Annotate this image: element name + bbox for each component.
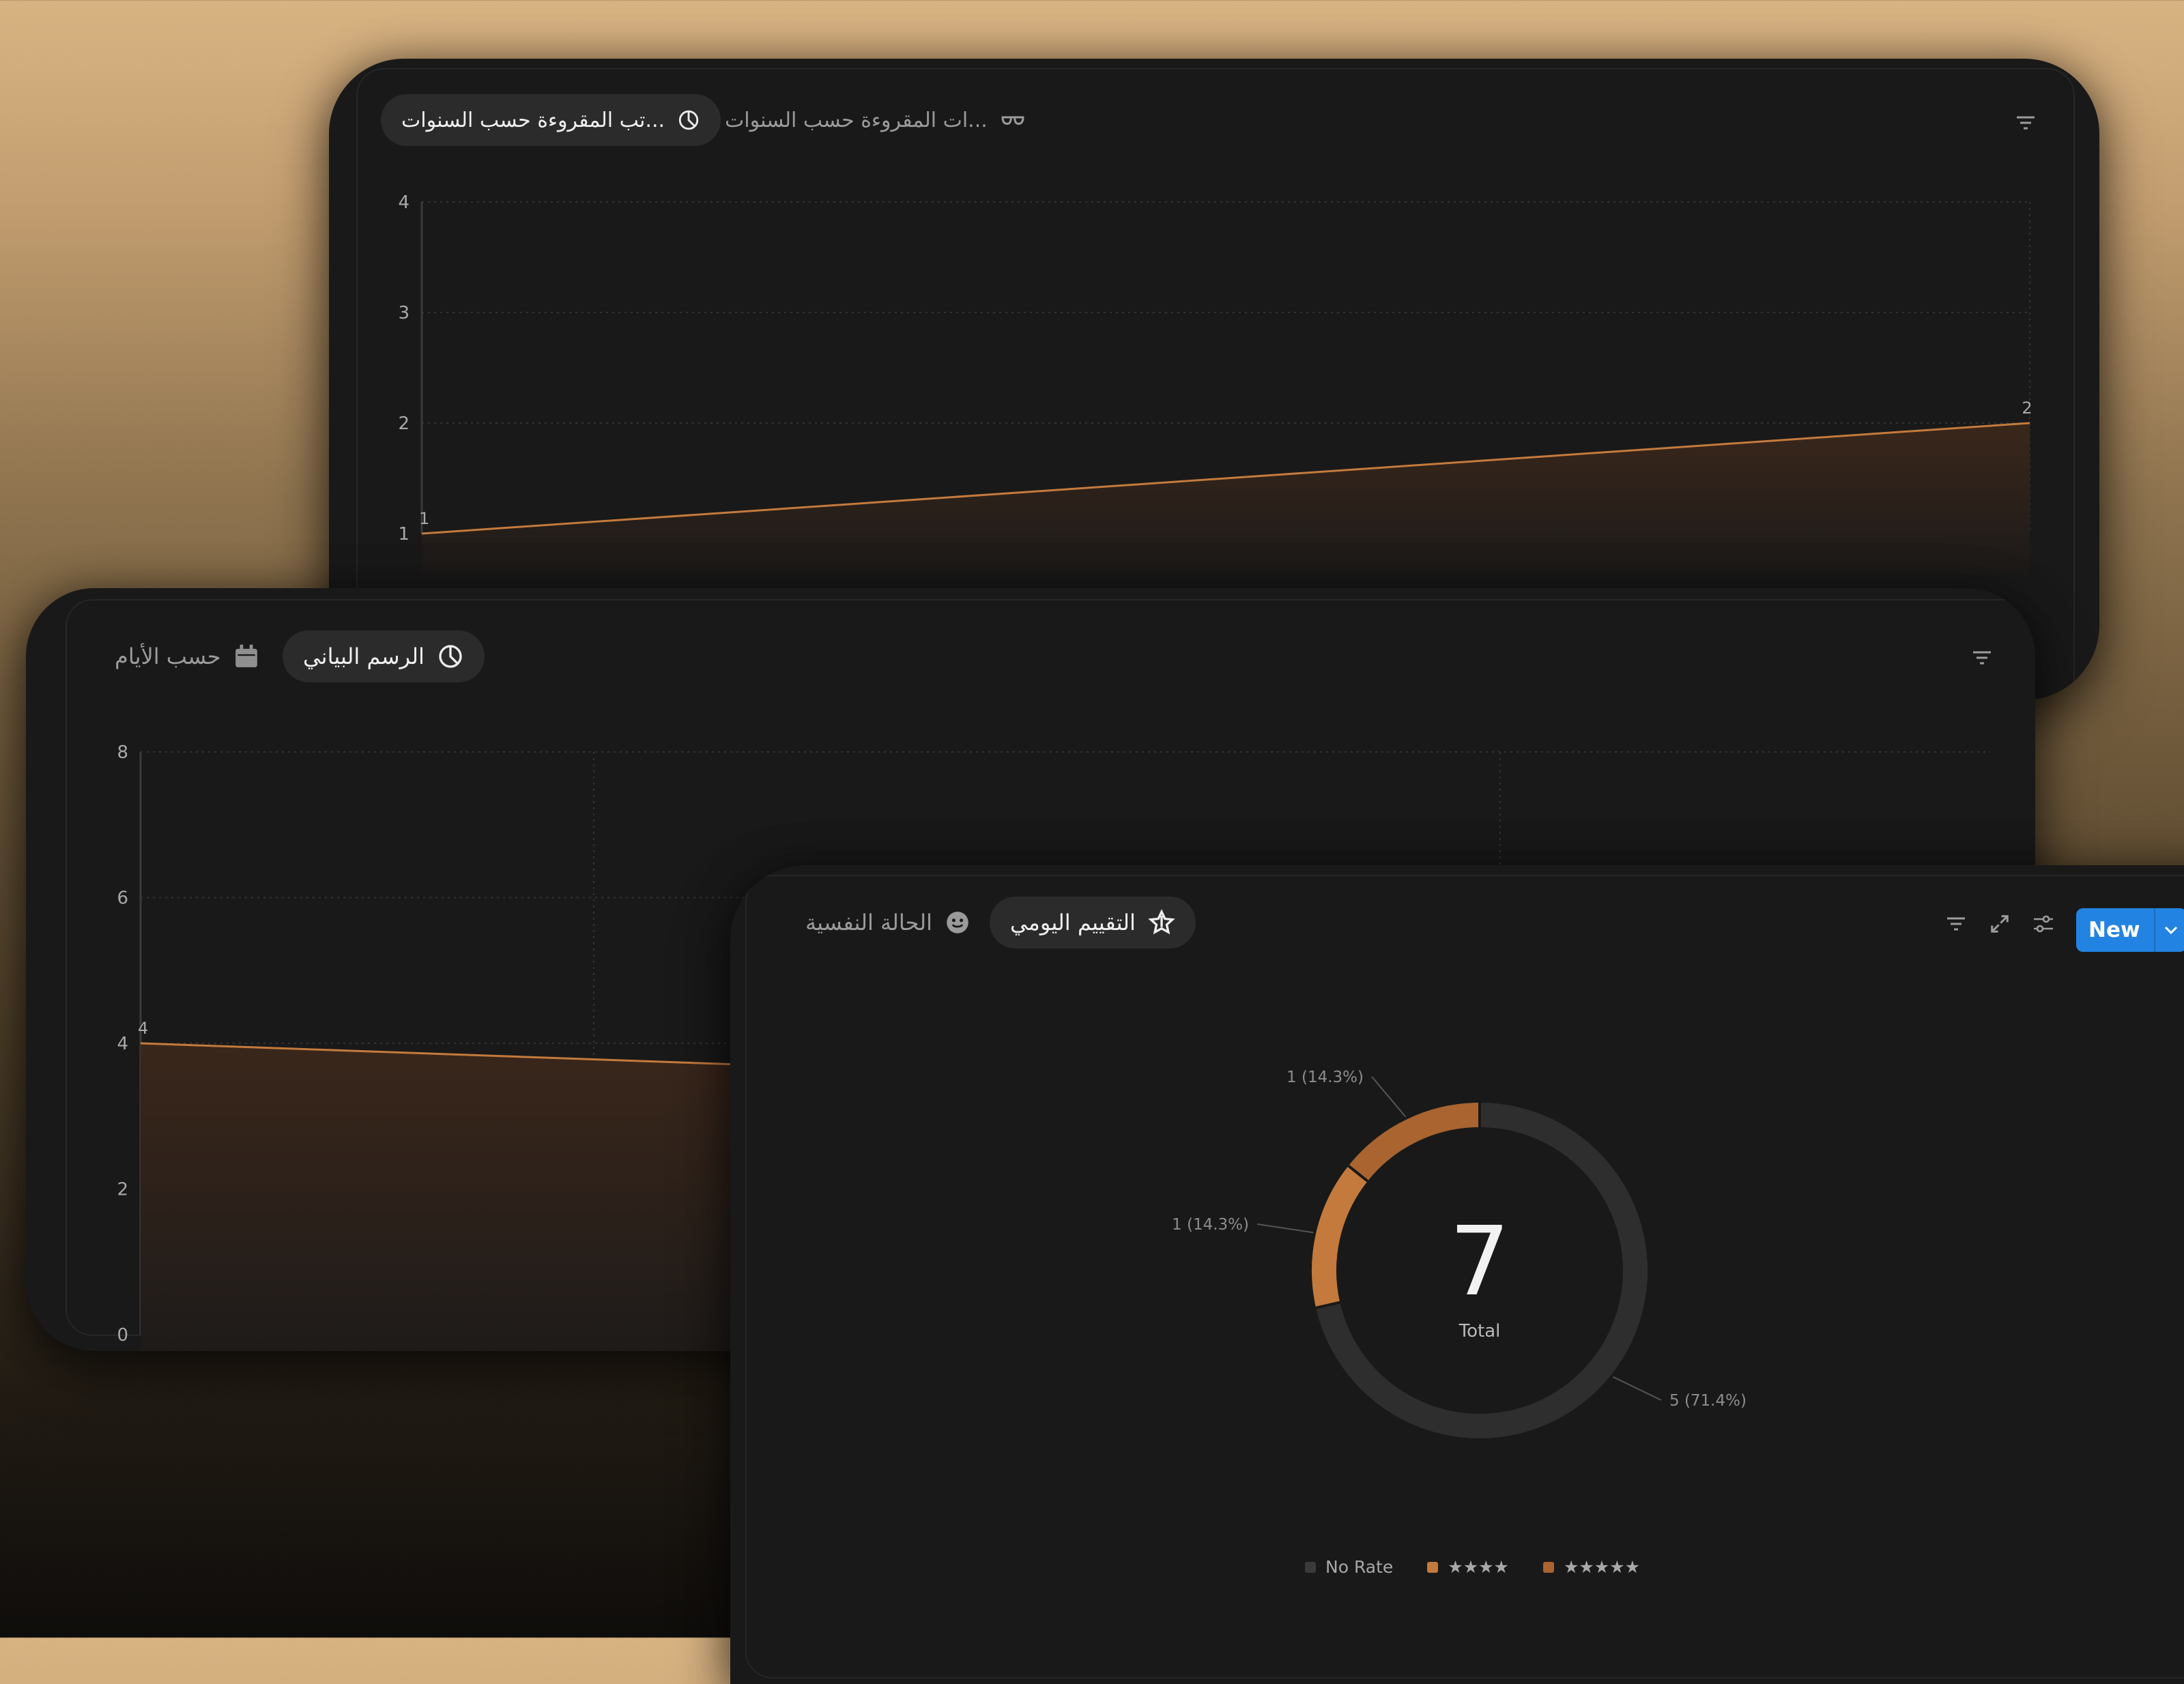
daily-rating-panel: التقييم اليومي الحالة النفسية New 5 (71.… <box>730 865 2184 1684</box>
legend-swatch <box>1305 1561 1316 1573</box>
data-label: 4 <box>138 1019 148 1038</box>
total-label: Total <box>1459 1321 1501 1341</box>
legend-label: ★★★★★ <box>1563 1557 1640 1577</box>
chart-legend: No Rate ★★★★ ★★★★★ <box>1305 1557 1640 1577</box>
y-tick-label: 1 <box>398 524 410 545</box>
y-tick-label: 4 <box>117 1034 128 1054</box>
legend-label: No Rate <box>1325 1557 1394 1577</box>
leader-line <box>1256 1223 1314 1234</box>
y-tick-label: 3 <box>398 303 410 323</box>
pie-slice <box>1312 1165 1368 1308</box>
data-label: 2 <box>2022 398 2032 418</box>
legend-swatch <box>1542 1561 1554 1573</box>
y-tick-label: 6 <box>117 888 128 909</box>
y-tick-label: 2 <box>117 1180 128 1200</box>
area-fill <box>422 423 2030 575</box>
legend-item-no-rate[interactable]: No Rate <box>1305 1557 1393 1577</box>
legend-item-four-stars[interactable]: ★★★★ <box>1427 1557 1509 1577</box>
slice-label: 5 (71.4%) <box>1669 1392 1747 1410</box>
leader-line <box>1371 1076 1407 1118</box>
legend-label: ★★★★ <box>1448 1557 1509 1577</box>
data-label: 1 <box>419 509 429 528</box>
y-tick-label: 4 <box>398 192 410 213</box>
y-tick-label: 0 <box>117 1325 128 1346</box>
slice-label: 1 (14.3%) <box>1172 1216 1249 1234</box>
slice-label: 1 (14.3%) <box>1287 1069 1364 1086</box>
y-tick-label: 8 <box>117 742 128 763</box>
pie-slice <box>1348 1103 1480 1182</box>
leader-line <box>1613 1376 1662 1401</box>
y-tick-label: 2 <box>398 413 410 434</box>
total-value: 7 <box>1449 1206 1510 1318</box>
legend-item-five-stars[interactable]: ★★★★★ <box>1542 1557 1640 1577</box>
legend-swatch <box>1427 1561 1439 1573</box>
